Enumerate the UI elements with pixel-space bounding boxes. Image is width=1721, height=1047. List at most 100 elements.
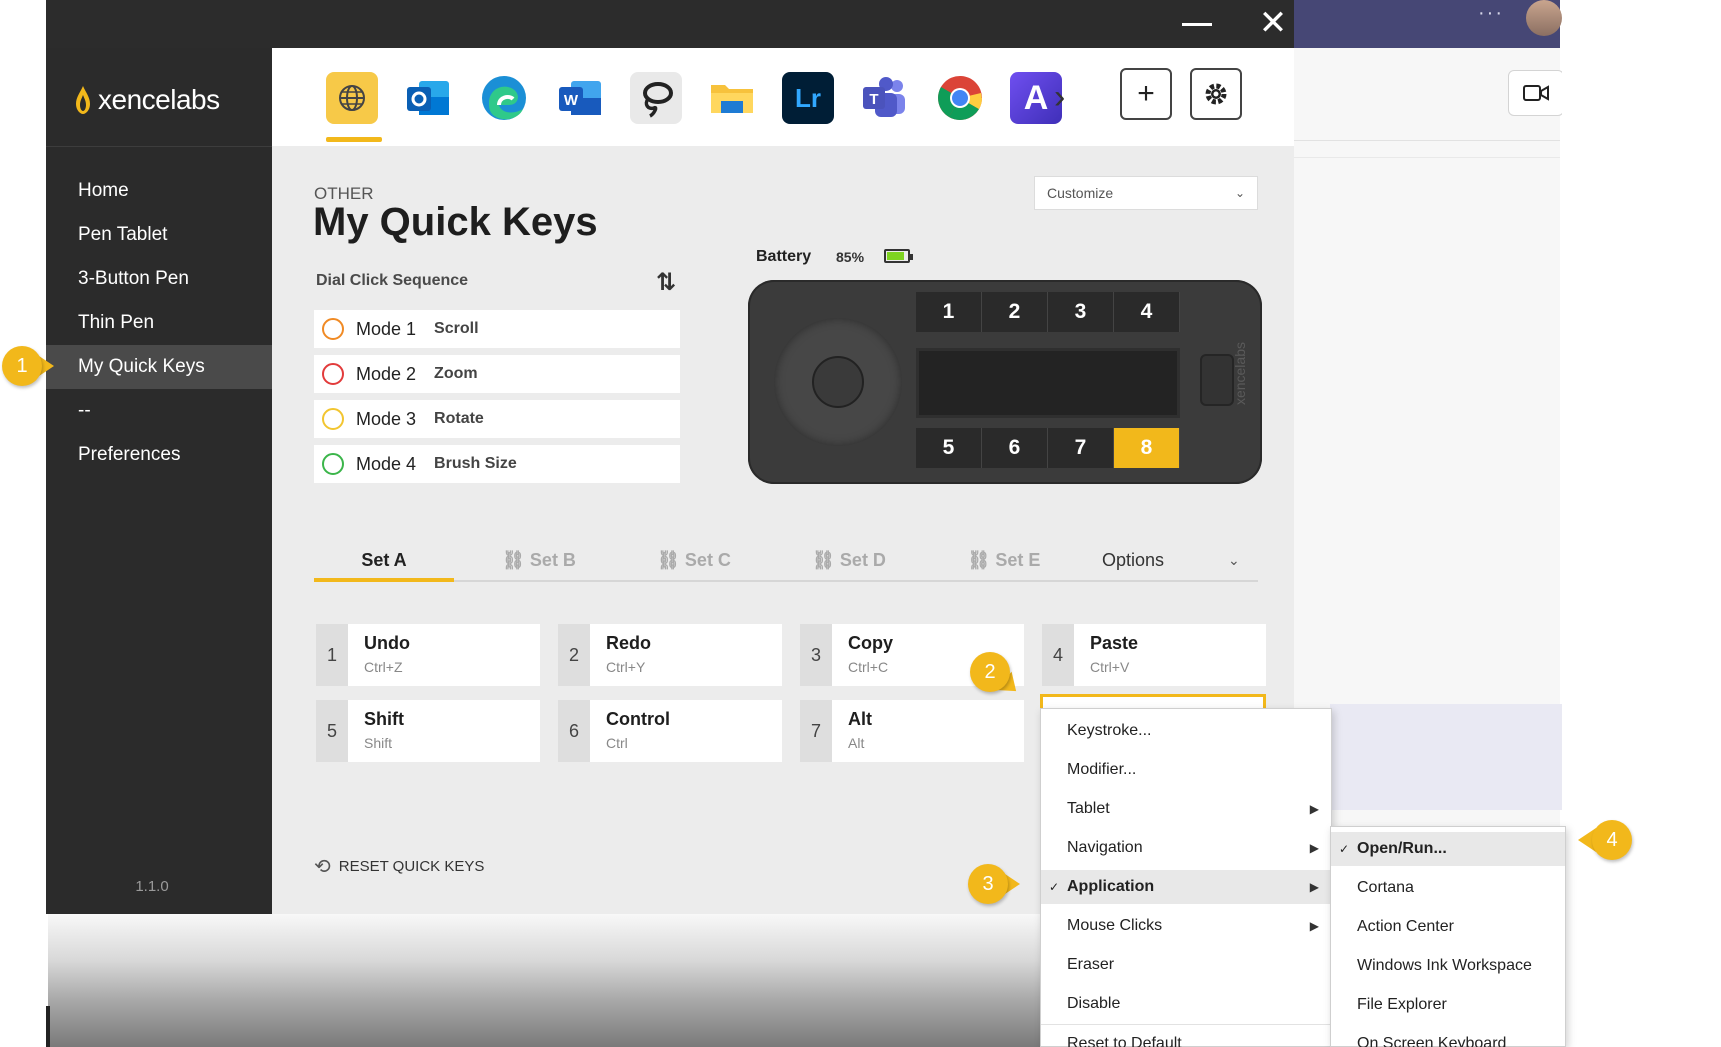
quick-key-number: 4 (1042, 624, 1074, 686)
mode-action: Zoom (434, 365, 478, 382)
submenu-arrow-icon: ▶ (1309, 802, 1319, 816)
remote-key[interactable]: 6 (982, 428, 1048, 468)
remote-key-selected[interactable]: 8 (1114, 428, 1180, 468)
quick-key-tile[interactable]: 1 Undo Ctrl+Z (316, 624, 540, 686)
dial-mode-row[interactable]: Mode 4 Brush Size (314, 445, 680, 483)
application-bar: W Lr T A › + (272, 48, 1294, 146)
edge-icon[interactable] (478, 72, 530, 124)
remote-key[interactable]: 3 (1048, 292, 1114, 332)
submenu-item-cortana[interactable]: Cortana (1331, 871, 1565, 905)
menu-item-eraser[interactable]: Eraser (1041, 948, 1331, 982)
quick-key-tile[interactable]: 4 Paste Ctrl+V (1042, 624, 1266, 686)
menu-item-reset-to-default[interactable]: Reset to Default (1041, 1027, 1331, 1047)
submenu-item-on-screen-keyboard[interactable]: On Screen Keyboard (1331, 1027, 1565, 1047)
quick-key-tile[interactable]: 6 Control Ctrl (558, 700, 782, 762)
word-icon[interactable]: W (554, 72, 606, 124)
mode-color-ring-icon (322, 453, 344, 475)
dial-mode-row[interactable]: Mode 1 Scroll (314, 310, 680, 348)
remote-key[interactable]: 5 (916, 428, 982, 468)
version-label: 1.1.0 (135, 878, 169, 895)
background-highlight (1330, 704, 1570, 810)
submenu-item-action-center[interactable]: Action Center (1331, 910, 1565, 944)
tab-set-a[interactable]: Set A (314, 538, 454, 582)
chevron-down-icon[interactable]: ⌄ (1228, 538, 1240, 582)
globe-icon[interactable] (326, 72, 378, 124)
sidebar-item-thin-pen[interactable]: Thin Pen (46, 301, 272, 345)
remote-key[interactable]: 4 (1114, 292, 1180, 332)
remote-key[interactable]: 1 (916, 292, 982, 332)
quick-key-tile[interactable]: 2 Redo Ctrl+Y (558, 624, 782, 686)
remote-key[interactable]: 2 (982, 292, 1048, 332)
submenu-item-windows-ink-workspace[interactable]: Windows Ink Workspace (1331, 949, 1565, 983)
dial-wheel (774, 318, 902, 446)
tab-set-e[interactable]: ⛓ Set E (934, 538, 1074, 582)
remote-key[interactable]: 7 (1048, 428, 1114, 468)
close-button[interactable]: ✕ (1258, 6, 1288, 40)
avatar[interactable] (1526, 0, 1562, 36)
set-tabs: Set A ⛓ Set B ⛓ Set C ⛓ Set D ⛓ Set E Op… (314, 538, 1258, 582)
remote-brand-mark: xencelabs (1232, 342, 1248, 406)
sidebar-item-my-quick-keys[interactable]: My Quick Keys (46, 345, 272, 389)
options-dropdown[interactable]: Options (1102, 538, 1164, 582)
menu-item-keystroke[interactable]: Keystroke... (1041, 714, 1331, 748)
step-number: 1 (2, 346, 42, 386)
file-explorer-icon[interactable] (706, 72, 758, 124)
more-options-icon[interactable]: ··· (1478, 2, 1504, 25)
tab-label: Set A (361, 550, 407, 570)
menu-item-label: Navigation (1067, 839, 1143, 856)
menu-item-mouse-clicks[interactable]: Mouse Clicks ▶ (1041, 909, 1331, 943)
step-callout: 2 (970, 652, 1024, 701)
chrome-icon[interactable] (934, 72, 986, 124)
sidebar-item-home[interactable]: Home (46, 169, 272, 213)
tab-set-c[interactable]: ⛓ Set C (624, 538, 764, 582)
video-call-button[interactable] (1508, 70, 1564, 116)
menu-separator (1041, 1024, 1331, 1025)
quick-key-number: 1 (316, 624, 348, 686)
lasso-icon[interactable] (630, 72, 682, 124)
teams-icon[interactable]: T (858, 72, 910, 124)
dial-mode-row[interactable]: Mode 3 Rotate (314, 400, 680, 438)
step-callout: 1 (2, 346, 54, 386)
menu-item-disable[interactable]: Disable (1041, 987, 1331, 1021)
background-edge (46, 1006, 50, 1047)
menu-item-tablet[interactable]: Tablet ▶ (1041, 792, 1331, 826)
mode-color-ring-icon (322, 363, 344, 385)
outlook-icon[interactable] (402, 72, 454, 124)
sidebar-item-3-button-pen[interactable]: 3-Button Pen (46, 257, 272, 301)
sidebar-item-pen-tablet[interactable]: Pen Tablet (46, 213, 272, 257)
quick-key-number: 2 (558, 624, 590, 686)
swap-order-icon[interactable]: ⇅ (656, 268, 676, 297)
dial-mode-row[interactable]: Mode 2 Zoom (314, 355, 680, 393)
menu-item-application[interactable]: ✓ Application ▶ (1041, 870, 1331, 904)
tab-set-b[interactable]: ⛓ Set B (469, 538, 609, 582)
minimize-button[interactable] (1182, 12, 1212, 36)
remote-side-button (1200, 354, 1234, 406)
step-callout: 3 (968, 864, 1020, 904)
check-icon: ✓ (1049, 880, 1060, 894)
add-application-button[interactable]: + (1120, 68, 1172, 120)
settings-gear-button[interactable] (1190, 68, 1242, 120)
remote-bottom-keys: 5 6 7 8 (916, 428, 1180, 468)
reset-icon: ⟲ (314, 856, 331, 878)
quick-key-name: Copy (848, 633, 893, 653)
profile-select[interactable]: Customize ⌄ (1034, 176, 1258, 210)
tab-set-d[interactable]: ⛓ Set D (779, 538, 919, 582)
quick-key-tile[interactable]: 7 Alt Alt (800, 700, 1024, 762)
brand-name: xencelabs (98, 84, 220, 115)
quick-key-name: Shift (364, 709, 404, 729)
lightroom-icon[interactable]: Lr (782, 72, 834, 124)
chevron-down-icon: ⌄ (1234, 186, 1245, 200)
more-apps-chevron-icon[interactable]: › (1054, 78, 1065, 117)
quick-key-name: Control (606, 709, 670, 729)
menu-item-navigation[interactable]: Navigation ▶ (1041, 831, 1331, 865)
quick-key-name: Undo (364, 633, 410, 653)
battery-level-fill (887, 252, 904, 260)
reset-quick-keys-button[interactable]: ⟲ RESET QUICK KEYS (314, 854, 484, 879)
menu-item-modifier[interactable]: Modifier... (1041, 753, 1331, 787)
menu-item-label: Open/Run... (1357, 840, 1447, 857)
submenu-item-file-explorer[interactable]: File Explorer (1331, 988, 1565, 1022)
sidebar-item-separator[interactable]: -- (46, 389, 272, 433)
sidebar-item-preferences[interactable]: Preferences (46, 433, 272, 477)
submenu-item-open-run[interactable]: ✓ Open/Run... (1331, 832, 1565, 866)
quick-key-tile[interactable]: 5 Shift Shift (316, 700, 540, 762)
